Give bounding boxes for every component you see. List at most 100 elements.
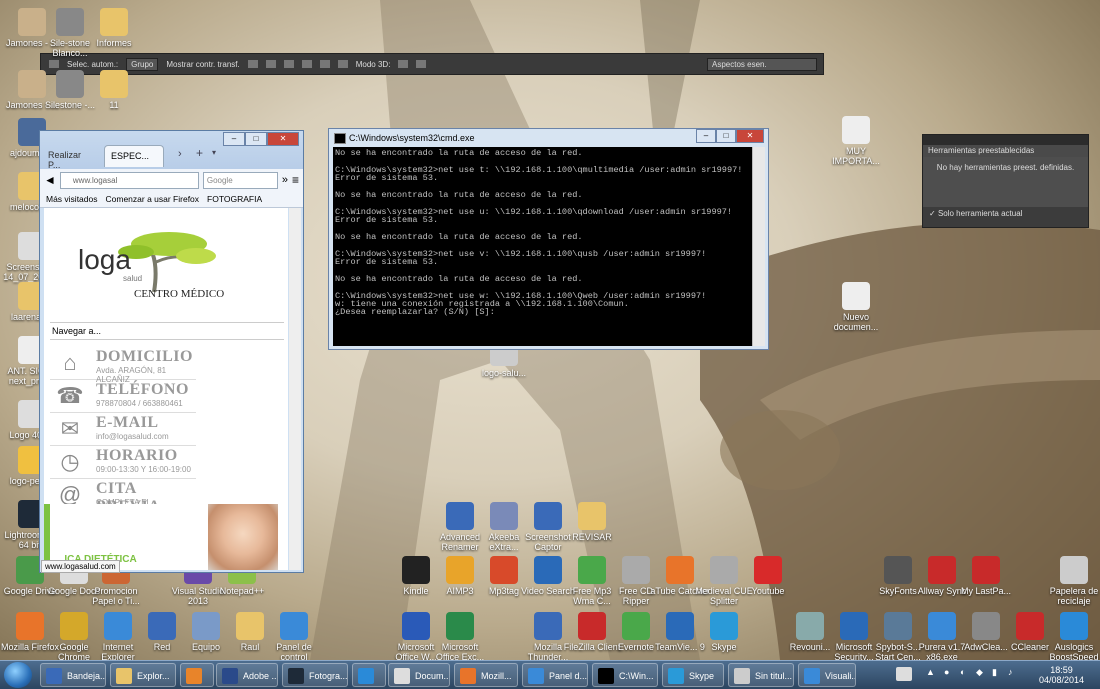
clock[interactable]: 18:59 04/08/2014: [1039, 665, 1084, 685]
taskbar-button[interactable]: [352, 663, 386, 687]
taskbar-button[interactable]: Explor...: [110, 663, 176, 687]
align-icon[interactable]: [247, 60, 258, 68]
workspace-select[interactable]: Aspectos esen.: [707, 57, 817, 71]
taskbar-button[interactable]: Visuali...: [798, 663, 856, 687]
3d-tool-icon[interactable]: [416, 60, 427, 68]
app-icon: [192, 612, 220, 640]
distribute-icon[interactable]: [301, 60, 312, 68]
desktop-icon[interactable]: 11: [84, 70, 144, 110]
taskbar-label: Visuali...: [825, 671, 856, 681]
desktop-icon[interactable]: Nuevo documen...: [826, 282, 886, 332]
show-transform-checkbox[interactable]: Mostrar contr. transf.: [166, 60, 239, 69]
desktop-icon[interactable]: Panel de control: [264, 612, 324, 662]
desktop-icon[interactable]: Skype: [694, 612, 754, 652]
status-url: www.logasalud.com: [41, 560, 120, 573]
desktop-icon[interactable]: Microsoft Office Exc...: [430, 612, 490, 662]
desktop-icon[interactable]: Youtube: [738, 556, 798, 596]
start-button[interactable]: [4, 662, 32, 688]
firefox-window: – □ ✕ Realizar P... ESPEC... › + ▾ ◄ www…: [39, 130, 304, 573]
cmd-scrollbar[interactable]: [752, 147, 765, 346]
taskbar-button[interactable]: Skype: [662, 663, 724, 687]
3d-tool-icon[interactable]: [398, 60, 409, 68]
search-input[interactable]: Google: [202, 171, 278, 189]
desktop-icon-label: Papelera de reciclaje: [1049, 586, 1099, 606]
cmd-line: No se ha encontrado la ruta de acceso de…: [335, 148, 583, 158]
chevron-right-icon[interactable]: ›: [178, 148, 182, 160]
taskbar-button[interactable]: C:\Win...: [592, 663, 658, 687]
bookmark-comenzar[interactable]: Comenzar a usar Firefox: [106, 194, 200, 204]
tray-arrow-icon[interactable]: ▲: [926, 667, 935, 677]
taskbar-app-icon: [288, 668, 304, 684]
desktop-icon[interactable]: Papelera de reciclaje: [1044, 556, 1100, 606]
bookmark-fotografia[interactable]: FOTOGRAFIA: [207, 194, 262, 204]
current-tool-label: Solo herramienta actual: [937, 209, 1023, 218]
url-bar[interactable]: www.logasal: [59, 171, 199, 189]
contact-item[interactable]: ⌂ DOMICILIO Avda. ARAGÓN, 81 ALCAÑIZ: [50, 348, 196, 384]
desktop-icon[interactable]: My LastPa...: [956, 556, 1016, 596]
bookmarks-icon[interactable]: »: [282, 174, 288, 186]
taskbar-button[interactable]: Fotogra...: [282, 663, 348, 687]
distribute-icon[interactable]: [337, 60, 348, 68]
taskbar-button[interactable]: Adobe ...: [216, 663, 278, 687]
move-tool-icon[interactable]: [49, 60, 59, 68]
desktop-icon[interactable]: MUY IMPORTA...: [826, 116, 886, 166]
back-icon[interactable]: ◄: [44, 173, 56, 187]
network-icon[interactable]: ▮: [992, 667, 997, 678]
maximize-button[interactable]: □: [245, 132, 267, 146]
taskbar-label: C:\Win...: [619, 671, 654, 681]
bookmark-mas-visitados[interactable]: Más visitados: [46, 194, 98, 204]
close-button[interactable]: ✕: [736, 129, 764, 143]
app-icon: [100, 70, 128, 98]
tab-espec[interactable]: ESPEC...: [104, 145, 164, 167]
app-icon: [972, 612, 1000, 640]
taskbar-label: Panel d...: [549, 671, 588, 681]
menu-icon[interactable]: ≡: [292, 173, 299, 187]
tray-notes-icon[interactable]: [896, 667, 912, 681]
minimize-button[interactable]: –: [223, 132, 245, 146]
close-button[interactable]: ✕: [267, 132, 299, 146]
system-tray: ▲ ● ◐ ◆ ▮ ♪ 18:59 04/08/2014: [866, 661, 1096, 689]
contact-item[interactable]: ☎ TELÉFONO 978870804 / 663880461: [50, 381, 196, 413]
desktop-icon[interactable]: Informes: [84, 8, 144, 48]
taskbar-button[interactable]: Sin titul...: [728, 663, 794, 687]
new-tab-icon[interactable]: +: [196, 146, 203, 160]
tab-list-icon[interactable]: ▾: [212, 148, 216, 157]
minimize-button[interactable]: –: [696, 129, 716, 143]
taskbar-button[interactable]: [180, 663, 214, 687]
app-icon: [402, 612, 430, 640]
app-icon: [402, 556, 430, 584]
desktop-icon-label: Panel de control: [276, 642, 312, 662]
cmd-console[interactable]: No se ha encontrado la ruta de acceso de…: [333, 147, 753, 346]
taskbar-button[interactable]: Mozill...: [454, 663, 518, 687]
taskbar-app-icon: [734, 668, 750, 684]
tray-icon[interactable]: ●: [944, 667, 949, 677]
current-tool-only-checkbox[interactable]: ✓ Solo herramienta actual: [923, 207, 1088, 221]
distribute-icon[interactable]: [319, 60, 330, 68]
tray-icon[interactable]: ◐: [960, 667, 965, 677]
navigate-select[interactable]: Navegar a...: [50, 322, 284, 340]
tray-icon[interactable]: ◆: [976, 667, 983, 678]
page-scrollbar[interactable]: [289, 208, 301, 570]
taskbar-label: Skype: [689, 671, 715, 681]
taskbar-button[interactable]: Panel d...: [522, 663, 588, 687]
group-select[interactable]: Grupo: [126, 57, 159, 71]
maximize-button[interactable]: □: [716, 129, 736, 143]
cmd-title: C:\Windows\system32\cmd.exe: [349, 133, 475, 143]
taskbar-button[interactable]: Docum...: [388, 663, 450, 687]
contact-item[interactable]: ◷ HORARIO 09:00-13:30 Y 16:00-19:00: [50, 447, 196, 479]
align-icon[interactable]: [265, 60, 276, 68]
desktop-icon[interactable]: Auslogics BoostSpeed: [1044, 612, 1100, 662]
app-icon: [60, 612, 88, 640]
align-icon[interactable]: [283, 60, 294, 68]
taskbar-button[interactable]: Bandeja...: [40, 663, 106, 687]
tab-realizar[interactable]: Realizar P...: [42, 145, 100, 170]
app-icon: [928, 612, 956, 640]
desktop-icon[interactable]: REVISAR: [562, 502, 622, 542]
app-icon: [754, 556, 782, 584]
panel-message: No hay herramientas preest. definidas.: [923, 157, 1088, 207]
volume-icon[interactable]: ♪: [1008, 667, 1013, 677]
desktop-icon-label: Skype: [711, 642, 737, 652]
contact-title: DOMICILIO: [96, 348, 193, 365]
contact-item[interactable]: ✉ E-MAIL info@logasalud.com: [50, 414, 196, 446]
auto-select-checkbox[interactable]: Selec. autom.:: [67, 60, 118, 69]
